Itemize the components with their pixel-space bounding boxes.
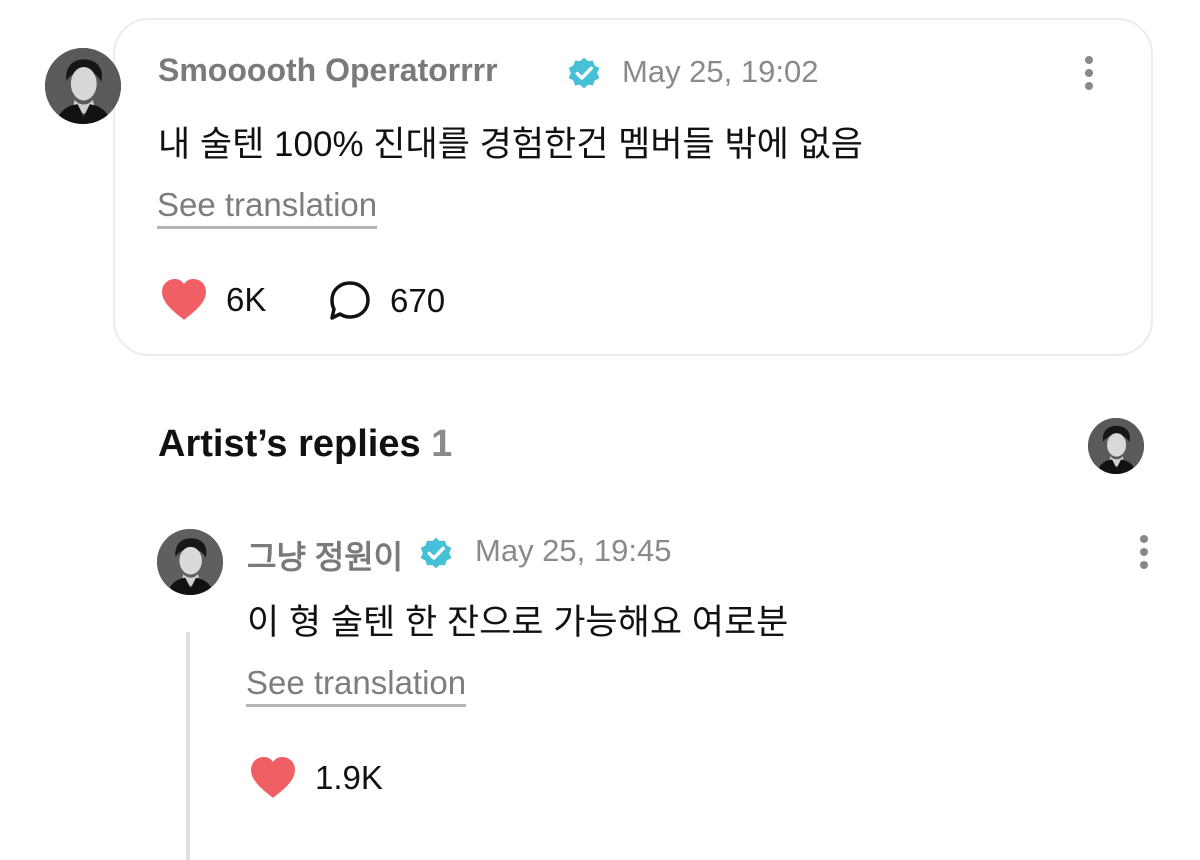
more-dot xyxy=(1085,56,1093,64)
artist-replies-title: Artist’s replies xyxy=(158,423,421,465)
post-see-translation-link[interactable]: See translation xyxy=(157,186,378,229)
post-like-count: 6K xyxy=(226,281,267,318)
post-author-avatar[interactable] xyxy=(45,48,121,124)
reply-like-button[interactable]: 1.9K xyxy=(249,756,383,800)
reply-more-button[interactable] xyxy=(1132,532,1156,572)
heart-icon xyxy=(162,279,206,320)
reply-see-translation-link[interactable]: See translation xyxy=(246,664,467,707)
reply-like-count: 1.9K xyxy=(315,759,383,796)
avatar-photo-icon xyxy=(157,529,223,595)
verified-badge-icon xyxy=(420,537,452,569)
more-dot xyxy=(1140,535,1148,543)
more-dot xyxy=(1085,69,1093,77)
post-text: 내 술텐 100% 진대를 경험한건 멤버들 밖에 없음 xyxy=(158,125,863,164)
more-dot xyxy=(1140,561,1148,569)
comment-bubble-icon xyxy=(330,281,370,320)
heart-icon xyxy=(251,757,295,798)
post-author-name[interactable]: Smooooth Operatorrrr xyxy=(158,52,498,89)
post-like-button[interactable]: 6K xyxy=(160,278,266,322)
artist-replies-heading: Artist’s replies 1 xyxy=(158,423,452,466)
verified-badge-icon xyxy=(568,57,600,89)
reply-author-name[interactable]: 그냥 정원이 xyxy=(247,532,403,578)
more-dot xyxy=(1140,548,1148,556)
avatar-photo-icon xyxy=(45,48,121,124)
reply-thread-line xyxy=(186,632,190,860)
reply-timestamp: May 25, 19:45 xyxy=(475,533,672,568)
post-comment-button[interactable]: 670 xyxy=(328,280,445,322)
post-timestamp: May 25, 19:02 xyxy=(622,54,819,89)
artist-replies-count: 1 xyxy=(431,423,453,465)
post-more-button[interactable] xyxy=(1077,53,1101,93)
avatar-photo-icon xyxy=(1088,418,1144,474)
post-comment-count: 670 xyxy=(390,282,446,319)
more-dot xyxy=(1085,82,1093,90)
reply-text: 이 형 술텐 한 잔으로 가능해요 여로분 xyxy=(247,603,789,642)
reply-author-avatar[interactable] xyxy=(157,529,223,595)
artist-avatar[interactable] xyxy=(1088,418,1144,474)
